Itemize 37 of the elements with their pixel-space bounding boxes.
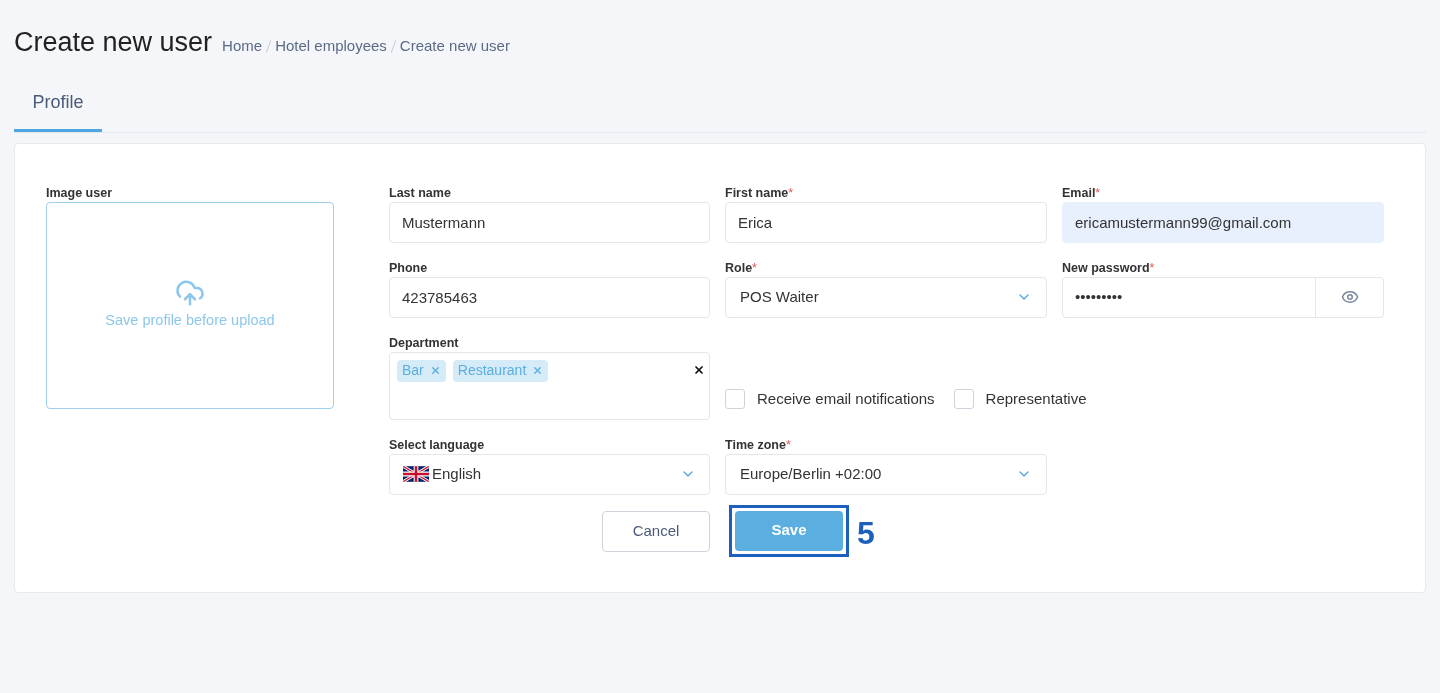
text-field[interactable]: Mustermann	[389, 201, 710, 243]
upload-hint: Save profile before upload	[105, 311, 275, 331]
breadcrumb-link[interactable]: Create new user	[399, 35, 510, 58]
remove-icon[interactable]	[429, 365, 441, 376]
breadcrumb-link[interactable]: Hotel employees	[275, 35, 387, 58]
select-field[interactable]: Europe/Berlin +02:00	[725, 453, 1047, 495]
field-label: First name*	[725, 184, 795, 202]
field-label: Select language	[389, 436, 486, 454]
eye-icon	[1340, 288, 1359, 306]
text-field[interactable]: 423785463	[389, 276, 710, 318]
clear-icon[interactable]	[693, 363, 705, 376]
select-field[interactable]: POS Waiter	[725, 276, 1047, 318]
password-field[interactable]: •••••••••	[1062, 276, 1384, 318]
text-field[interactable]: Erica	[725, 201, 1047, 243]
checkbox[interactable]	[725, 389, 745, 410]
checkbox-label: Receive email notifications	[757, 389, 935, 409]
tab[interactable]: Profile	[14, 88, 102, 132]
tag: Bar	[397, 359, 446, 382]
remove-icon[interactable]	[532, 365, 544, 376]
step-number: 5	[857, 513, 875, 553]
text-field[interactable]: ericamustermann99@gmail.com	[1062, 201, 1384, 243]
page-title: Create new user	[14, 26, 213, 59]
breadcrumb-link[interactable]: Home	[222, 35, 263, 58]
checkbox-label: Representative	[985, 389, 1087, 409]
field-label: Image user	[46, 184, 113, 202]
tag: Restaurant	[452, 359, 549, 382]
field-label: Department	[389, 334, 460, 352]
uk-flag-icon	[403, 465, 429, 483]
field-label: Role*	[725, 259, 758, 277]
field-label: Time zone*	[725, 436, 792, 454]
cancel-button[interactable]: Cancel	[602, 510, 710, 552]
checkbox[interactable]	[953, 389, 974, 410]
language-select[interactable]: English	[389, 453, 710, 495]
field-label: Last name	[389, 184, 452, 202]
field-label: Phone	[389, 259, 429, 277]
field-label: Email*	[1062, 184, 1102, 202]
field-label: New password*	[1062, 259, 1156, 277]
